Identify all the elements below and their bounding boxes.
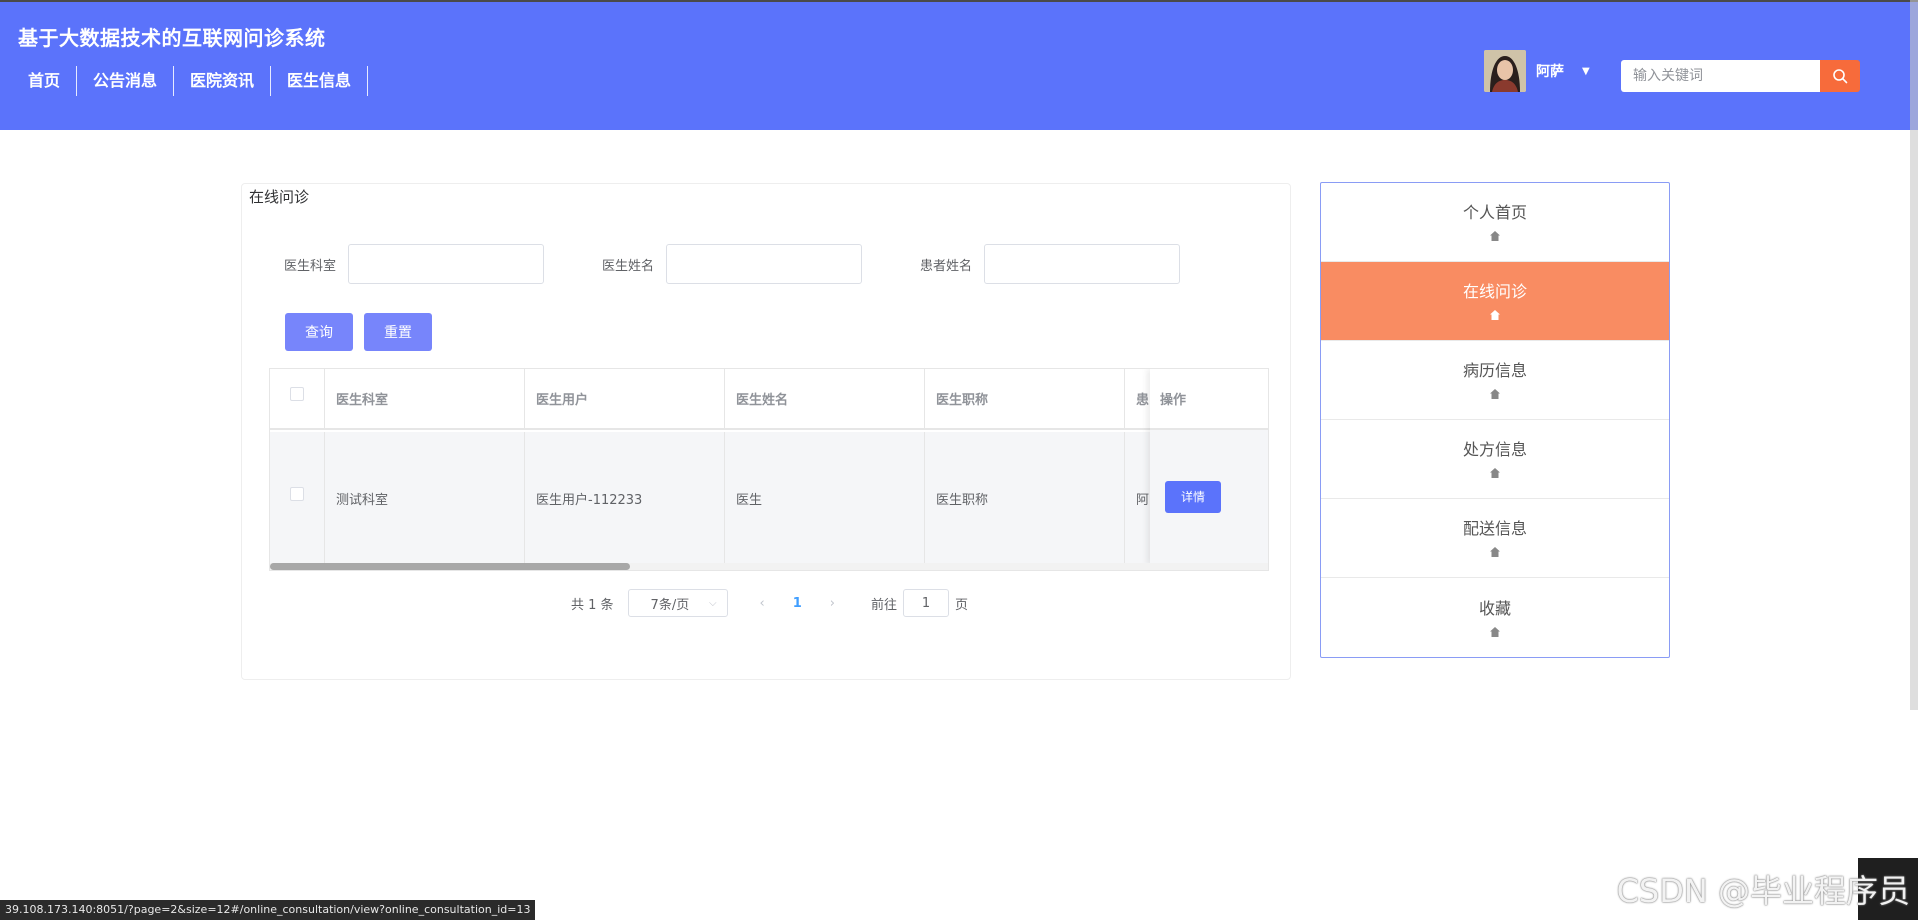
user-menu[interactable]: 阿萨 ▼ <box>1484 50 1590 92</box>
reset-button[interactable]: 重置 <box>364 313 432 351</box>
filter-label-patient-name: 患者姓名 <box>920 258 973 274</box>
doctor-name-input[interactable] <box>666 244 863 284</box>
page-suffix: 页 <box>955 597 969 613</box>
menu-label: 收藏 <box>1478 598 1511 618</box>
cell-dept: 测试科室 <box>325 432 525 565</box>
cell-doctor-user: 医生用户-112233 <box>525 432 725 565</box>
header-doctor-name[interactable]: 医生姓名 <box>725 369 925 428</box>
menu-item-favorites[interactable]: 收藏 <box>1321 578 1669 657</box>
menu-item-delivery[interactable]: 配送信息 <box>1321 499 1669 578</box>
search-input[interactable] <box>1621 60 1820 92</box>
detail-button[interactable]: 详情 <box>1165 480 1221 513</box>
consultation-panel: 在线问诊 医生科室 医生姓名 患者姓名 查询 重置 医生科室 医生用户 医生姓名… <box>241 183 1291 680</box>
menu-item-online-consultation[interactable]: 在线问诊 <box>1321 262 1669 341</box>
page-number-current[interactable]: 1 <box>793 596 802 611</box>
filter-patient-name: 患者姓名 <box>920 244 1181 284</box>
chevron-down-icon: ⌵ <box>708 597 717 609</box>
search-icon <box>1833 69 1848 84</box>
cell-action: 详情 <box>1150 430 1268 563</box>
watermark: CSDN @毕业程序员 <box>1616 872 1910 910</box>
page-size-select[interactable]: 7条/页 ⌵ <box>627 589 728 617</box>
cell-doctor-name: 医生 <box>725 432 925 565</box>
search-box <box>1621 60 1862 92</box>
caret-down-icon[interactable]: ▼ <box>1582 66 1590 77</box>
home-icon <box>1490 468 1500 478</box>
header-doctor-title[interactable]: 医生职称 <box>925 369 1125 428</box>
filter-label-dept: 医生科室 <box>284 258 337 274</box>
panel-title: 在线问诊 <box>249 188 310 206</box>
menu-item-medical-records[interactable]: 病历信息 <box>1321 341 1669 420</box>
home-icon <box>1490 626 1500 637</box>
goto-label: 前往 <box>871 597 898 613</box>
goto-page: 前往 页 <box>871 589 968 617</box>
side-menu: 个人首页 在线问诊 病历信息 处方信息 配送信息 收藏 <box>1320 182 1670 658</box>
status-bar-url: 39.108.173.140:8051/?page=2&size=12#/onl… <box>0 900 536 920</box>
nav-item-home[interactable]: 首页 <box>12 66 78 96</box>
menu-label: 在线问诊 <box>1462 282 1527 301</box>
nav-item-doctor-info[interactable]: 医生信息 <box>271 66 369 96</box>
select-all-checkbox[interactable] <box>290 386 304 401</box>
menu-item-personal-home[interactable]: 个人首页 <box>1321 183 1669 262</box>
nav-item-hospital-news[interactable]: 医院资讯 <box>174 66 272 96</box>
scrollbar-thumb[interactable] <box>270 563 630 570</box>
header-doctor-user[interactable]: 医生用户 <box>525 369 725 428</box>
home-icon <box>1490 389 1500 399</box>
page-size-value: 7条/页 <box>650 597 690 613</box>
goto-page-input[interactable] <box>903 589 950 617</box>
home-icon <box>1490 547 1500 557</box>
site-title: 基于大数据技术的互联网问诊系统 <box>18 26 326 50</box>
table-row[interactable]: 测试科室 医生用户-112233 医生 医生职称 阿 <box>270 432 1268 565</box>
query-button[interactable]: 查询 <box>285 313 353 351</box>
menu-label: 病历信息 <box>1462 361 1527 380</box>
avatar[interactable] <box>1484 50 1526 92</box>
menu-label: 配送信息 <box>1462 519 1527 538</box>
row-checkbox-cell <box>270 432 325 565</box>
pagination: 共 1 条 7条/页 ⌵ ‹ 1 › 前往 页 <box>571 589 968 617</box>
next-page-icon[interactable]: › <box>830 596 835 611</box>
home-icon <box>1490 310 1500 320</box>
menu-item-prescriptions[interactable]: 处方信息 <box>1321 420 1669 499</box>
filter-dept: 医生科室 <box>284 244 545 284</box>
user-name[interactable]: 阿萨 <box>1536 61 1564 81</box>
horizontal-scrollbar[interactable] <box>270 563 1268 570</box>
header-action: 操作 <box>1150 369 1268 430</box>
page-scrollbar[interactable] <box>1910 0 1918 710</box>
consultation-table: 医生科室 医生用户 医生姓名 医生职称 患 测试科室 医生用户-112233 医… <box>269 368 1269 571</box>
menu-label: 个人首页 <box>1462 203 1527 222</box>
header-checkbox-cell <box>270 369 325 428</box>
prev-page-icon[interactable]: ‹ <box>760 596 765 611</box>
filter-label-doctor-name: 医生姓名 <box>602 258 655 274</box>
table-header: 医生科室 医生用户 医生姓名 医生职称 患 <box>270 369 1268 430</box>
top-header: 基于大数据技术的互联网问诊系统 首页 公告消息 医院资讯 医生信息 阿萨 ▼ <box>0 0 1918 130</box>
header-dept[interactable]: 医生科室 <box>325 369 525 428</box>
cell-doctor-title: 医生职称 <box>925 432 1125 565</box>
filter-doctor-name: 医生姓名 <box>602 244 863 284</box>
main-nav: 首页 公告消息 医院资讯 医生信息 <box>12 66 369 96</box>
patient-name-input[interactable] <box>984 244 1181 284</box>
nav-item-announcements[interactable]: 公告消息 <box>77 66 175 96</box>
row-checkbox[interactable] <box>290 486 304 501</box>
fixed-action-column: 操作 详情 <box>1150 369 1268 565</box>
home-icon <box>1490 231 1500 241</box>
menu-label: 处方信息 <box>1462 440 1527 459</box>
action-buttons: 查询 重置 <box>285 313 443 351</box>
search-button[interactable] <box>1820 60 1860 92</box>
total-count: 共 1 条 <box>571 597 614 613</box>
dept-input[interactable] <box>348 244 545 284</box>
filter-row: 医生科室 医生姓名 患者姓名 <box>284 244 1238 284</box>
